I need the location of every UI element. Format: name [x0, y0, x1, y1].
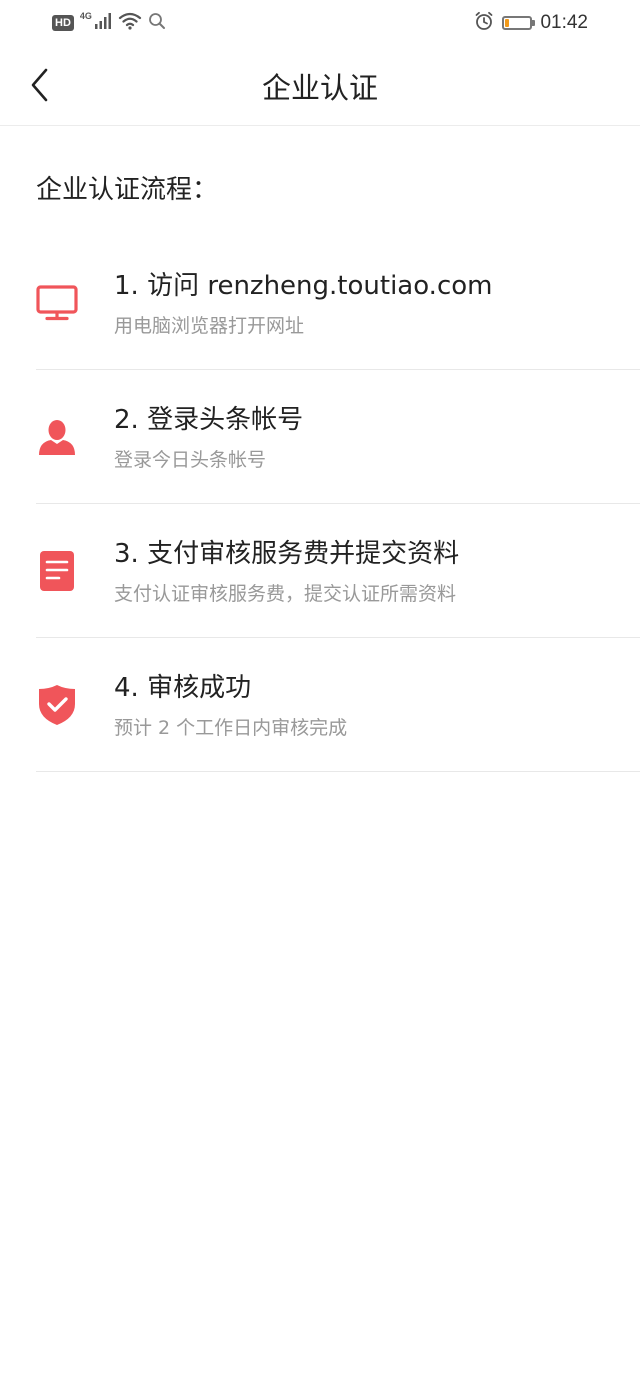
list-item: 1. 访问 renzheng.toutiao.com 用电脑浏览器打开网址 — [36, 236, 640, 370]
list-item: 2. 登录头条帐号 登录今日头条帐号 — [36, 370, 640, 504]
hd-badge: HD — [52, 15, 74, 31]
status-bar-left: HD 4G — [52, 10, 166, 36]
shield-check-icon — [36, 684, 78, 726]
monitor-icon — [36, 282, 78, 324]
step-description: 登录今日头条帐号 — [114, 449, 267, 471]
status-bar-right: 01:42 — [474, 10, 588, 36]
step-title: 3. 支付审核服务费并提交资料 — [114, 539, 460, 569]
screen: HD 4G 01:42 企业认证 企业认证流程： 1. 访问 renzheng.… — [0, 0, 640, 1387]
network-type-label: 4G — [79, 11, 92, 21]
document-icon — [36, 550, 78, 592]
status-time: 01:42 — [540, 12, 588, 33]
step-title: 4. 审核成功 — [114, 673, 252, 703]
signal-icon — [94, 12, 112, 34]
user-icon — [36, 416, 78, 458]
section-title: 企业认证流程： — [36, 175, 219, 205]
search-icon — [148, 12, 166, 34]
list-item: 4. 审核成功 预计 2 个工作日内审核完成 — [36, 638, 640, 772]
step-title: 2. 登录头条帐号 — [114, 405, 304, 435]
step-title: 1. 访问 renzheng.toutiao.com — [114, 271, 493, 301]
wifi-icon — [118, 12, 142, 34]
steps-list: 1. 访问 renzheng.toutiao.com 用电脑浏览器打开网址 2.… — [36, 236, 640, 772]
step-description: 预计 2 个工作日内审核完成 — [114, 717, 348, 739]
status-bar: HD 4G 01:42 — [0, 0, 640, 48]
battery-icon — [502, 16, 536, 30]
step-description: 支付认证审核服务费，提交认证所需资料 — [114, 583, 457, 605]
nav-bar: 企业认证 — [0, 48, 640, 126]
list-item: 3. 支付审核服务费并提交资料 支付认证审核服务费，提交认证所需资料 — [36, 504, 640, 638]
battery-level-fill — [505, 19, 510, 27]
page-title: 企业认证 — [261, 71, 378, 105]
alarm-icon — [474, 11, 494, 35]
step-description: 用电脑浏览器打开网址 — [114, 315, 305, 337]
